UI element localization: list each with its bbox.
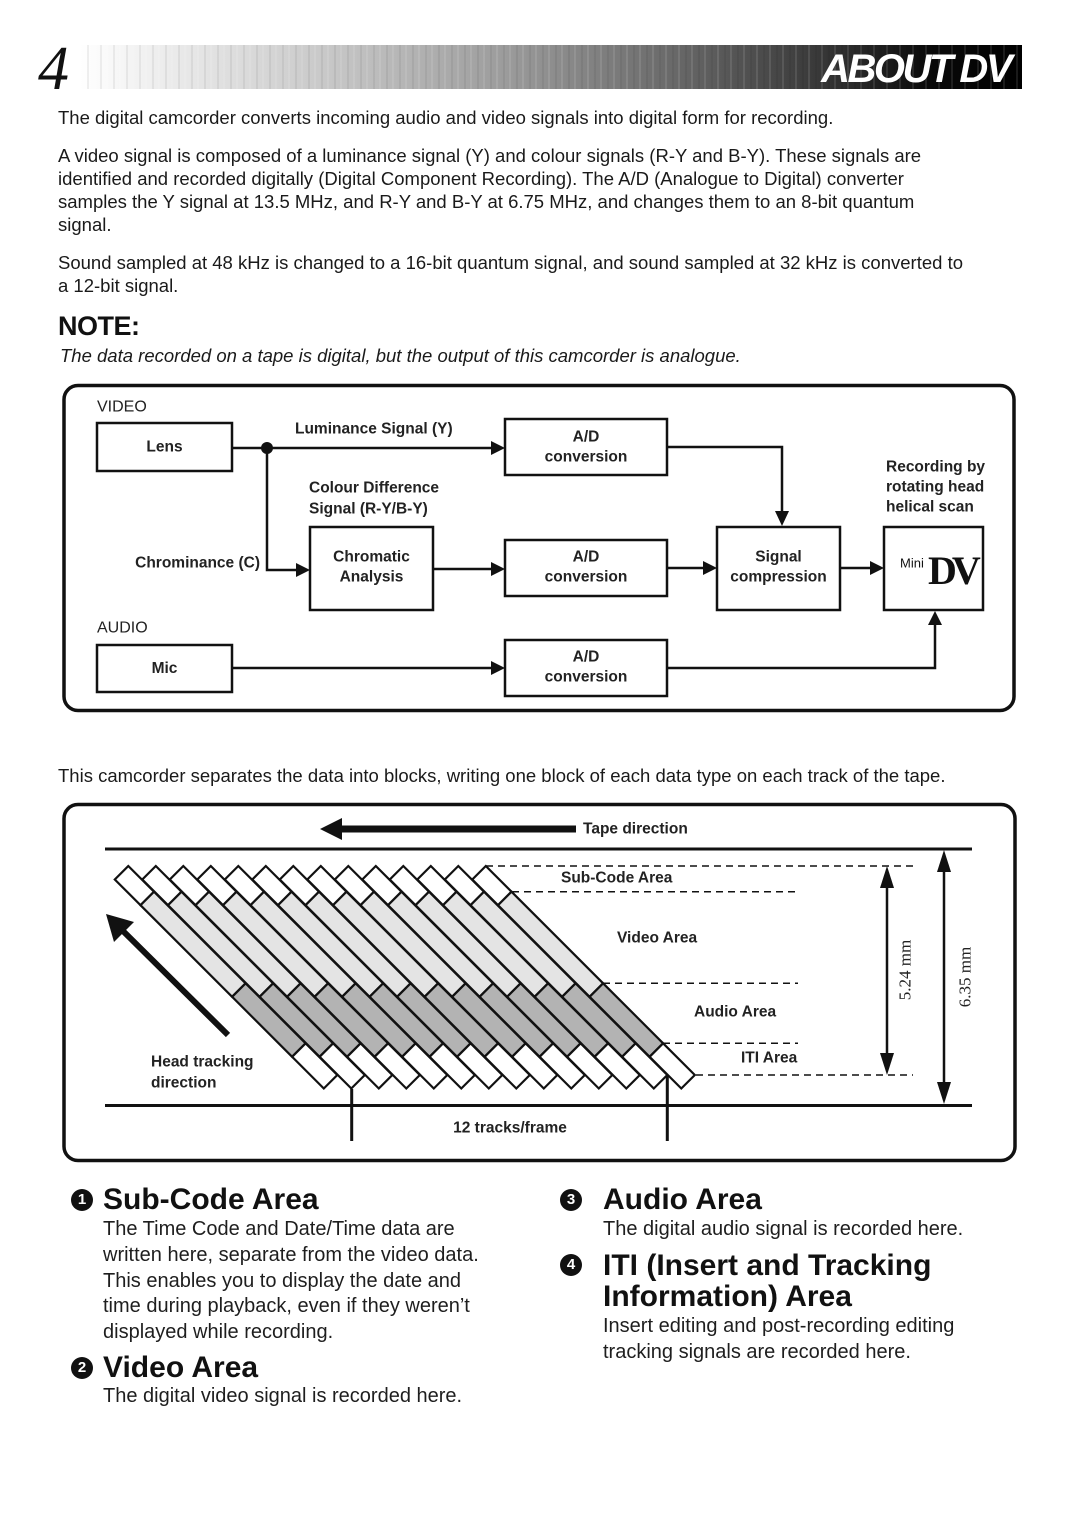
iti-area-label: ITI Area — [741, 1050, 798, 1067]
section-body-sub-code: The Time Code and Date/Time data are wri… — [103, 1217, 479, 1346]
text-line: written here, separate from the video da… — [103, 1243, 479, 1266]
text-line: time during playback, even if they weren… — [103, 1295, 470, 1318]
text-line: tracking signals are recorded here. — [603, 1341, 911, 1363]
head-tracking-label: direction — [151, 1075, 216, 1092]
section-title-sub-code: Sub-Code Area — [103, 1183, 319, 1217]
section-number-badge: 4 — [560, 1254, 582, 1276]
section-number-badge: 1 — [71, 1189, 93, 1211]
head-tracking-label: Head tracking — [151, 1054, 254, 1071]
title-line: Video Area — [103, 1351, 259, 1384]
title-line: ITI (Insert and Tracking — [603, 1248, 932, 1282]
section-number-badge: 2 — [71, 1357, 93, 1379]
tape-direction-arrow-icon — [320, 818, 576, 840]
tape-width-dimension-icon — [937, 850, 951, 1104]
text-line: Insert editing and post-recording editin… — [603, 1315, 955, 1337]
text-line: displayed while recording. — [103, 1321, 334, 1344]
title-line: Information) Area — [603, 1279, 852, 1313]
section-body-audio: The digital audio signal is recorded her… — [603, 1217, 963, 1243]
title-line: Audio Area — [603, 1183, 762, 1216]
tracks-per-frame-label: 12 tracks/frame — [453, 1120, 567, 1137]
section-body-iti: Insert editing and post-recording editin… — [603, 1313, 954, 1365]
track-height-label: 5.24 mm — [896, 940, 915, 1000]
tape-direction-label: Tape direction — [583, 821, 688, 838]
section-number-badge: 3 — [560, 1189, 582, 1211]
text-line: The Time Code and Date/Time data are — [103, 1218, 455, 1240]
text-line: The digital video signal is recorded her… — [103, 1385, 463, 1407]
title-line: Sub-Code Area — [103, 1183, 319, 1216]
text-line: The digital audio signal is recorded her… — [603, 1218, 964, 1240]
audio-area-label: Audio Area — [694, 1004, 776, 1021]
section-title-iti: ITI (Insert and Tracking Information) Ar… — [603, 1250, 931, 1312]
track-height-dimension-icon — [880, 866, 894, 1075]
section-title-audio: Audio Area — [603, 1183, 762, 1217]
video-area-label: Video Area — [617, 930, 697, 947]
tape-width-label: 6.35 mm — [956, 947, 975, 1007]
section-body-video: The digital video signal is recorded her… — [103, 1384, 462, 1410]
sub-code-area-label: Sub-Code Area — [561, 870, 673, 887]
section-title-video: Video Area — [103, 1351, 258, 1385]
text-line: This enables you to display the date and — [103, 1269, 462, 1292]
